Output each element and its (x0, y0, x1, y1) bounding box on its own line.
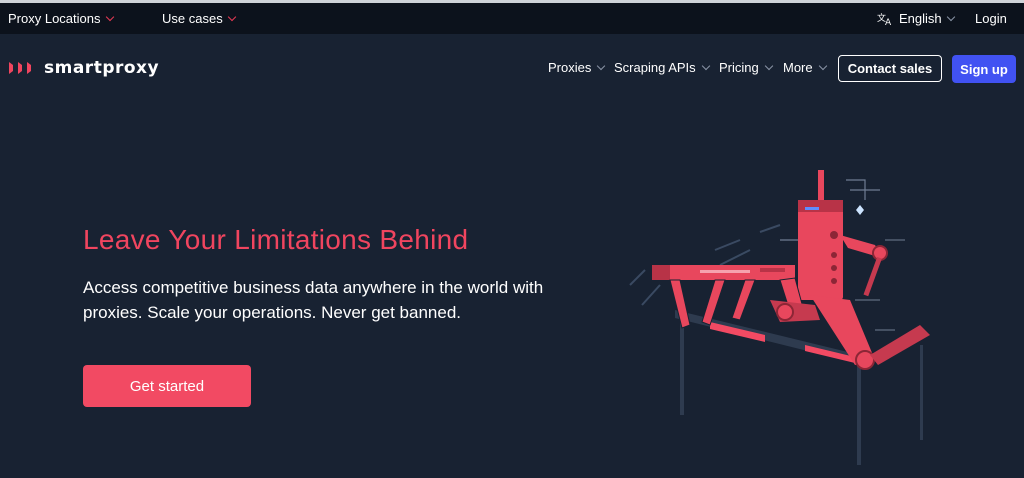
language-label: English (899, 11, 942, 26)
nav-item-pricing[interactable]: Pricing (719, 60, 773, 75)
chevron-down-icon (946, 12, 955, 22)
nav-item-scraping-apis[interactable]: Scraping APIs (614, 60, 710, 75)
logo[interactable]: smartproxy (8, 58, 159, 78)
chevron-down-icon (597, 61, 606, 71)
robot-illustration (629, 170, 930, 465)
translate-icon: 文 A (877, 12, 892, 26)
chevron-down-icon (818, 61, 827, 71)
login-link[interactable]: Login (975, 11, 1007, 26)
nav-item-more[interactable]: More (783, 60, 827, 75)
chevron-down-icon (227, 12, 236, 22)
get-started-button[interactable]: Get started (83, 365, 251, 407)
sign-up-button[interactable]: Sign up (952, 55, 1016, 83)
logo-text: smartproxy (44, 58, 160, 78)
nav-item-label: Pricing (719, 60, 759, 75)
hero-subtitle: Access competitive business data anywher… (83, 278, 544, 322)
nav-item-label: More (783, 60, 813, 75)
chevron-down-icon (764, 61, 773, 71)
logo-icon (9, 62, 31, 74)
chevron-down-icon (701, 61, 710, 71)
nav-item-label: Proxies (548, 60, 592, 75)
use-cases-menu[interactable]: Use cases (162, 11, 236, 26)
login-label: Login (975, 11, 1007, 26)
use-cases-label: Use cases (162, 11, 223, 26)
nav-item-proxies[interactable]: Proxies (548, 60, 606, 75)
proxy-locations-label: Proxy Locations (8, 11, 101, 26)
contact-sales-button[interactable]: Contact sales (838, 55, 942, 82)
chevron-down-icon (105, 12, 114, 22)
hero-title: Leave Your Limitations Behind (83, 224, 469, 255)
svg-text:A: A (885, 18, 892, 26)
language-selector[interactable]: 文 A English (877, 11, 955, 26)
nav-item-label: Scraping APIs (614, 60, 696, 75)
top-bar: Proxy Locations Use cases 文 A English Lo… (0, 0, 1024, 34)
proxy-locations-menu[interactable]: Proxy Locations (8, 11, 114, 26)
main-navbar: smartproxy Proxies Scraping APIs Pricing… (0, 34, 1024, 104)
